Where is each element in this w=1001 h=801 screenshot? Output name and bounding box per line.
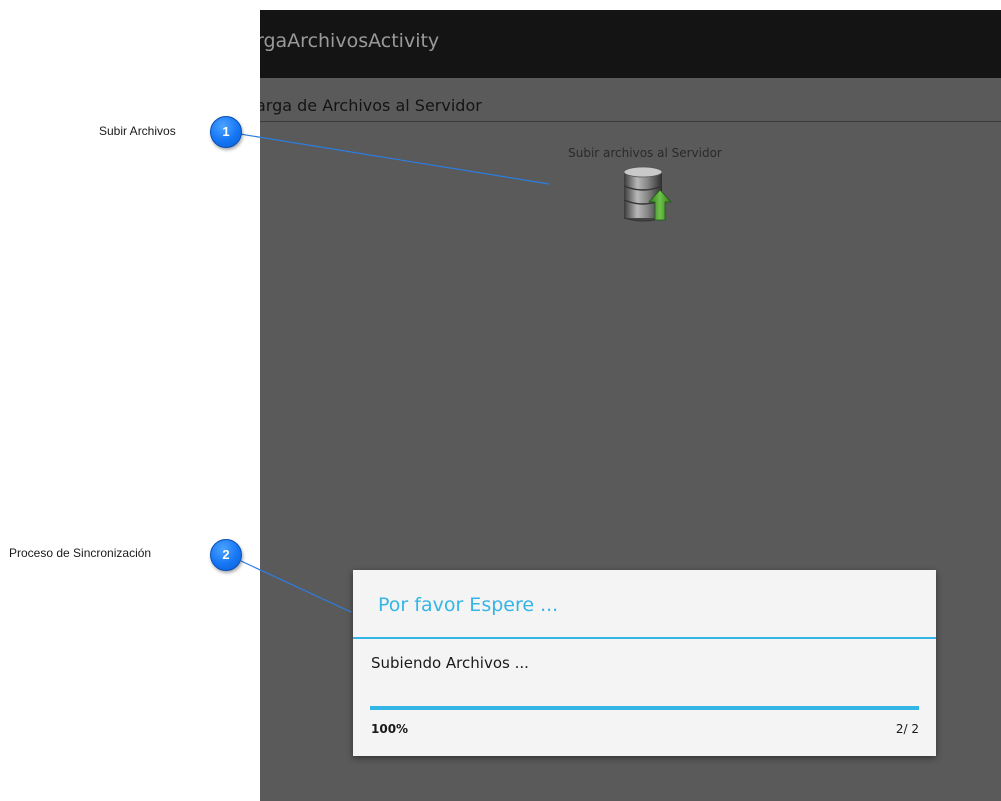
dialog-title: Por favor Espere ... — [378, 594, 559, 616]
callout-1-label: Subir Archivos — [99, 124, 176, 138]
callout-2-label: Proceso de Sincronización — [9, 546, 152, 560]
section-divider — [260, 121, 1001, 122]
callout-2-badge: 2 — [210, 539, 242, 571]
upload-files-button[interactable]: Subir archivos al Servidor — [550, 144, 740, 226]
progress-dialog: Por favor Espere ... Subiendo Archivos .… — [353, 570, 936, 756]
dialog-message: Subiendo Archivos ... — [371, 654, 529, 672]
action-bar-title: rgaArchivosActivity — [260, 30, 440, 52]
database-upload-icon — [623, 166, 672, 222]
progress-bar — [370, 706, 919, 710]
callout-1-badge: 1 — [210, 116, 242, 148]
action-bar: rgaArchivosActivity — [260, 10, 1001, 78]
upload-files-label: Subir archivos al Servidor — [568, 146, 722, 160]
progress-bar-fill — [370, 706, 919, 710]
progress-percent: 100% — [371, 722, 409, 736]
progress-count: 2/ 2 — [895, 722, 919, 736]
dialog-title-divider — [353, 637, 936, 639]
help-annotated-screenshot: rgaArchivosActivity arga de Archivos al … — [0, 0, 1001, 801]
section-header: arga de Archivos al Servidor — [260, 96, 482, 115]
